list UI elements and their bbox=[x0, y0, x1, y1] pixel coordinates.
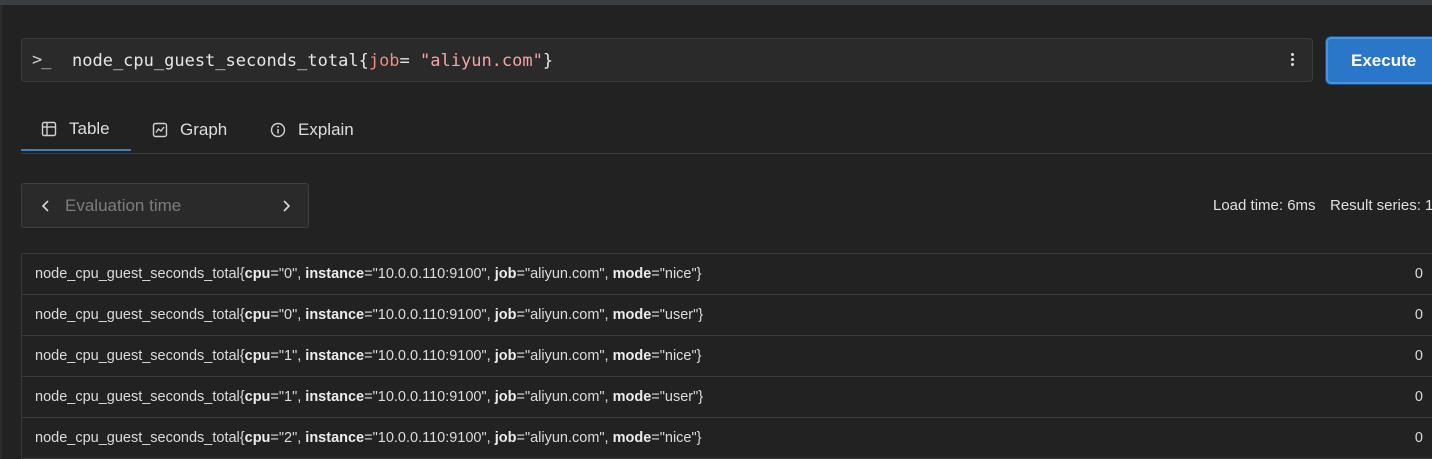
series-label: node_cpu_guest_seconds_total{cpu="1", in… bbox=[35, 389, 704, 405]
table-row: node_cpu_guest_seconds_total{cpu="0", in… bbox=[22, 254, 1432, 295]
series-label: node_cpu_guest_seconds_total{cpu="0", in… bbox=[35, 266, 702, 282]
result-series-count: Result series: 16 bbox=[1330, 197, 1432, 214]
terminal-prompt-icon: >_ bbox=[32, 50, 51, 70]
table-row: node_cpu_guest_seconds_total{cpu="0", in… bbox=[22, 295, 1432, 336]
tab-explain-label: Explain bbox=[298, 120, 354, 139]
series-value: 0 bbox=[1414, 430, 1423, 446]
query-equals: = bbox=[399, 51, 421, 71]
table-icon bbox=[41, 121, 57, 136]
query-input[interactable]: >_ node_cpu_guest_seconds_total{job= "al… bbox=[21, 38, 1313, 82]
chevron-right-icon[interactable] bbox=[276, 195, 296, 217]
tab-graph-label: Graph bbox=[180, 120, 228, 139]
top-window-bar bbox=[0, 0, 1432, 5]
series-value: 0 bbox=[1414, 389, 1423, 405]
evaluation-time-input[interactable]: Evaluation time bbox=[65, 195, 181, 217]
results-table: node_cpu_guest_seconds_total{cpu="0", in… bbox=[21, 253, 1432, 459]
more-options-icon[interactable] bbox=[1284, 51, 1300, 71]
query-expression[interactable]: node_cpu_guest_seconds_total{job= "aliyu… bbox=[72, 49, 553, 73]
execute-button[interactable]: Execute bbox=[1326, 37, 1432, 84]
series-value: 0 bbox=[1414, 266, 1423, 282]
query-open-brace: { bbox=[358, 51, 369, 71]
view-tabs: Table Graph Explain bbox=[21, 108, 1432, 154]
series-label: node_cpu_guest_seconds_total{cpu="2", in… bbox=[35, 430, 702, 446]
load-time: Load time: 6ms bbox=[1213, 197, 1316, 214]
table-row: node_cpu_guest_seconds_total{cpu="1", in… bbox=[22, 377, 1432, 418]
table-row: node_cpu_guest_seconds_total{cpu="2", in… bbox=[22, 418, 1432, 459]
table-row: node_cpu_guest_seconds_total{cpu="1", in… bbox=[22, 336, 1432, 377]
tab-table[interactable]: Table bbox=[21, 108, 131, 151]
chevron-left-icon[interactable] bbox=[36, 195, 56, 217]
left-edge bbox=[0, 5, 2, 459]
graph-icon bbox=[152, 122, 168, 138]
evaluation-time-picker[interactable]: Evaluation time bbox=[21, 183, 309, 228]
query-close-brace: } bbox=[542, 51, 554, 71]
tab-explain[interactable]: Explain bbox=[270, 108, 354, 152]
series-label: node_cpu_guest_seconds_total{cpu="1", in… bbox=[35, 348, 702, 364]
info-icon bbox=[270, 122, 286, 138]
query-label-value: "aliyun.com" bbox=[420, 51, 543, 71]
series-value: 0 bbox=[1414, 348, 1423, 364]
tab-table-label: Table bbox=[69, 118, 110, 138]
query-metric: node_cpu_guest_seconds_total bbox=[72, 51, 359, 71]
series-value: 0 bbox=[1414, 307, 1423, 323]
series-label: node_cpu_guest_seconds_total{cpu="0", in… bbox=[35, 307, 704, 323]
query-label-name: job bbox=[368, 51, 400, 71]
tab-graph[interactable]: Graph bbox=[152, 108, 227, 152]
